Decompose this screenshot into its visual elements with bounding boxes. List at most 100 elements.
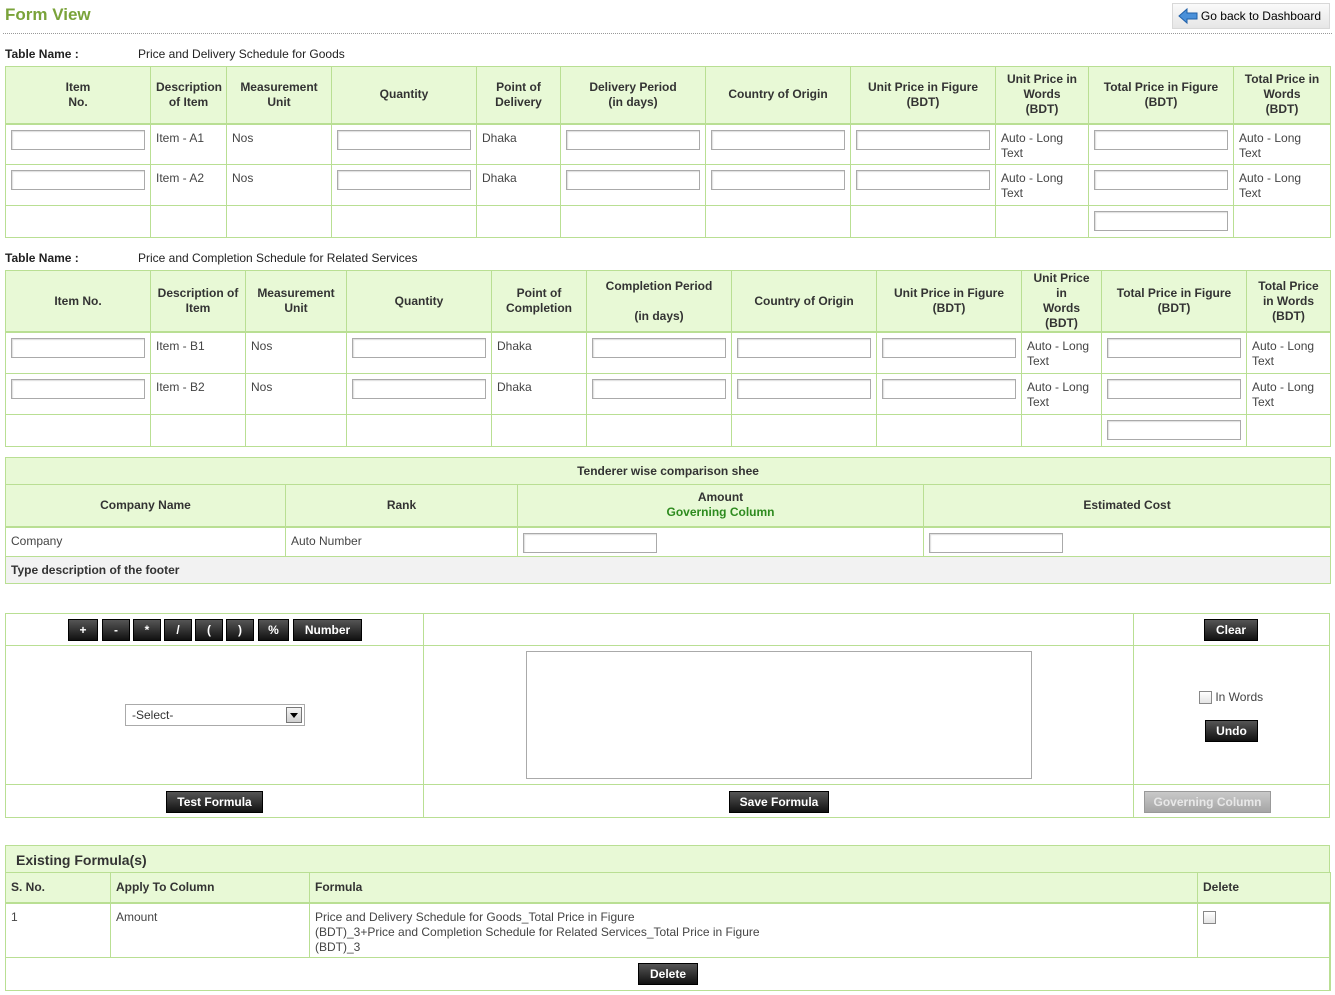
- comparison-title: Tenderer wise comparison shee: [4, 457, 1332, 485]
- delivery-period-input[interactable]: [566, 170, 700, 190]
- item-no-input[interactable]: [11, 378, 145, 399]
- item-no-input[interactable]: [11, 129, 145, 150]
- col-unit-price-words: Unit Price in Words (BDT): [1021, 270, 1102, 333]
- unit-price-words-cell: Auto - Long Text: [1021, 372, 1102, 415]
- unit-price-words-cell: Auto - Long Text: [995, 164, 1089, 206]
- back-to-dashboard-button[interactable]: Go back to Dashboard: [1171, 3, 1330, 29]
- open-paren-button[interactable]: (: [195, 619, 223, 641]
- table-header-row: Item No. Description of Item Measurement Un…: [5, 66, 1331, 125]
- number-button[interactable]: Number: [293, 619, 362, 641]
- quantity-input[interactable]: [337, 170, 471, 190]
- comparison-table: Tenderer wise comparison shee Company Na…: [4, 457, 1332, 584]
- clear-button[interactable]: Clear: [1204, 619, 1258, 641]
- col-rank: Rank: [285, 484, 518, 528]
- col-item-no: Item No.: [5, 270, 151, 333]
- plus-operator-button[interactable]: +: [68, 619, 98, 641]
- col-country-of-origin: Country of Origin: [705, 66, 851, 125]
- apply-cell: Amount: [110, 902, 310, 958]
- close-paren-button[interactable]: ): [226, 619, 254, 641]
- percent-operator-button[interactable]: %: [258, 619, 289, 641]
- description-cell: Item - B2: [150, 372, 246, 415]
- unit-price-input[interactable]: [856, 170, 990, 190]
- column-select[interactable]: -Select-: [125, 704, 305, 726]
- unit-price-input[interactable]: [882, 338, 1016, 358]
- description-cell: Item - B1: [150, 331, 246, 374]
- unit-cell: Nos: [245, 331, 347, 374]
- test-formula-button[interactable]: Test Formula: [166, 791, 263, 813]
- col-unit-price-figure: Unit Price in Figure (BDT): [876, 270, 1022, 333]
- delete-checkbox[interactable]: [1203, 910, 1216, 924]
- col-company-name: Company Name: [5, 484, 286, 528]
- col-delete: Delete: [1197, 872, 1331, 904]
- rank-cell: Auto Number: [285, 526, 518, 557]
- country-input[interactable]: [711, 129, 845, 150]
- point-cell: Dhaka: [476, 164, 561, 206]
- col-estimated-cost: Estimated Cost: [922, 484, 1332, 528]
- save-formula-button[interactable]: Save Formula: [729, 791, 829, 813]
- total-price-words-cell: Auto - Long Text: [1246, 372, 1331, 415]
- total-price-input[interactable]: [1094, 129, 1228, 150]
- table-header-row: Company Name Rank Amount Governing Column…: [5, 484, 1332, 528]
- sno-cell: 1: [5, 902, 111, 958]
- total-price-words-cell: Auto - Long Text: [1233, 164, 1331, 206]
- delivery-period-input[interactable]: [566, 129, 700, 150]
- divide-operator-button[interactable]: /: [164, 619, 192, 641]
- total-price-input[interactable]: [1107, 378, 1241, 399]
- table-row: Item - A1 Nos Dhaka Auto - Long Text Auto…: [5, 123, 1331, 165]
- col-country-of-origin: Country of Origin: [731, 270, 877, 333]
- col-total-price-figure: Total Price in Figure (BDT): [1088, 66, 1234, 125]
- governing-column-label: Governing Column: [666, 505, 775, 520]
- formula-textarea[interactable]: [526, 651, 1032, 779]
- grand-total-input[interactable]: [1107, 419, 1241, 440]
- country-input[interactable]: [737, 378, 871, 399]
- unit-price-input[interactable]: [882, 378, 1016, 399]
- quantity-input[interactable]: [352, 338, 486, 358]
- table-name-value: Price and Completion Schedule for Relate…: [138, 251, 418, 265]
- governing-column-button[interactable]: Governing Column: [1144, 791, 1271, 813]
- total-price-input[interactable]: [1094, 170, 1228, 190]
- header-divider: [3, 33, 1332, 34]
- completion-period-input[interactable]: [592, 378, 726, 399]
- item-no-input[interactable]: [11, 338, 145, 358]
- quantity-input[interactable]: [352, 378, 486, 399]
- col-sno: S. No.: [5, 872, 111, 904]
- goods-table: Item No. Description of Item Measurement Un…: [5, 66, 1331, 238]
- multiply-operator-button[interactable]: *: [133, 619, 161, 641]
- divider: [423, 613, 424, 818]
- col-point-of-delivery: Point of Delivery: [476, 66, 561, 125]
- delete-row: Delete: [5, 957, 1331, 991]
- table-name-label: Table Name :: [5, 47, 79, 61]
- estimated-cost-input[interactable]: [929, 532, 1063, 553]
- undo-button[interactable]: Undo: [1205, 720, 1258, 742]
- col-measurement-unit: Measurement Unit: [226, 66, 332, 125]
- amount-input[interactable]: [523, 532, 657, 553]
- total-price-input[interactable]: [1107, 338, 1241, 358]
- col-unit-price-figure: Unit Price in Figure (BDT): [850, 66, 996, 125]
- point-cell: Dhaka: [491, 372, 587, 415]
- delete-button[interactable]: Delete: [638, 963, 698, 985]
- company-cell: Company: [5, 526, 286, 557]
- select-value: -Select-: [132, 708, 174, 722]
- quantity-input[interactable]: [337, 129, 471, 150]
- completion-period-input[interactable]: [592, 338, 726, 358]
- table-name-value: Price and Delivery Schedule for Goods: [138, 47, 345, 61]
- minus-operator-button[interactable]: -: [102, 619, 130, 641]
- col-total-price-words: Total Price in Words (BDT): [1246, 270, 1331, 333]
- item-no-input[interactable]: [11, 170, 145, 190]
- unit-cell: Nos: [226, 164, 332, 206]
- table-total-row: [5, 413, 1331, 447]
- in-words-checkbox[interactable]: [1199, 691, 1212, 705]
- col-quantity: Quantity: [346, 270, 492, 333]
- table-name-label: Table Name :: [5, 251, 79, 265]
- country-input[interactable]: [711, 170, 845, 190]
- in-words-option[interactable]: In Words: [1199, 690, 1263, 705]
- grand-total-input[interactable]: [1094, 211, 1228, 231]
- point-cell: Dhaka: [476, 123, 561, 165]
- col-point-of-completion: Point of Completion: [491, 270, 587, 333]
- unit-cell: Nos: [245, 372, 347, 415]
- page-header: Form View Go back to Dashboard: [0, 0, 1335, 34]
- footer-description: Type description of the footer: [4, 556, 1332, 584]
- unit-price-input[interactable]: [856, 129, 990, 150]
- table-row: Item - A2 Nos Dhaka Auto - Long Text Auto…: [5, 164, 1331, 206]
- country-input[interactable]: [737, 338, 871, 358]
